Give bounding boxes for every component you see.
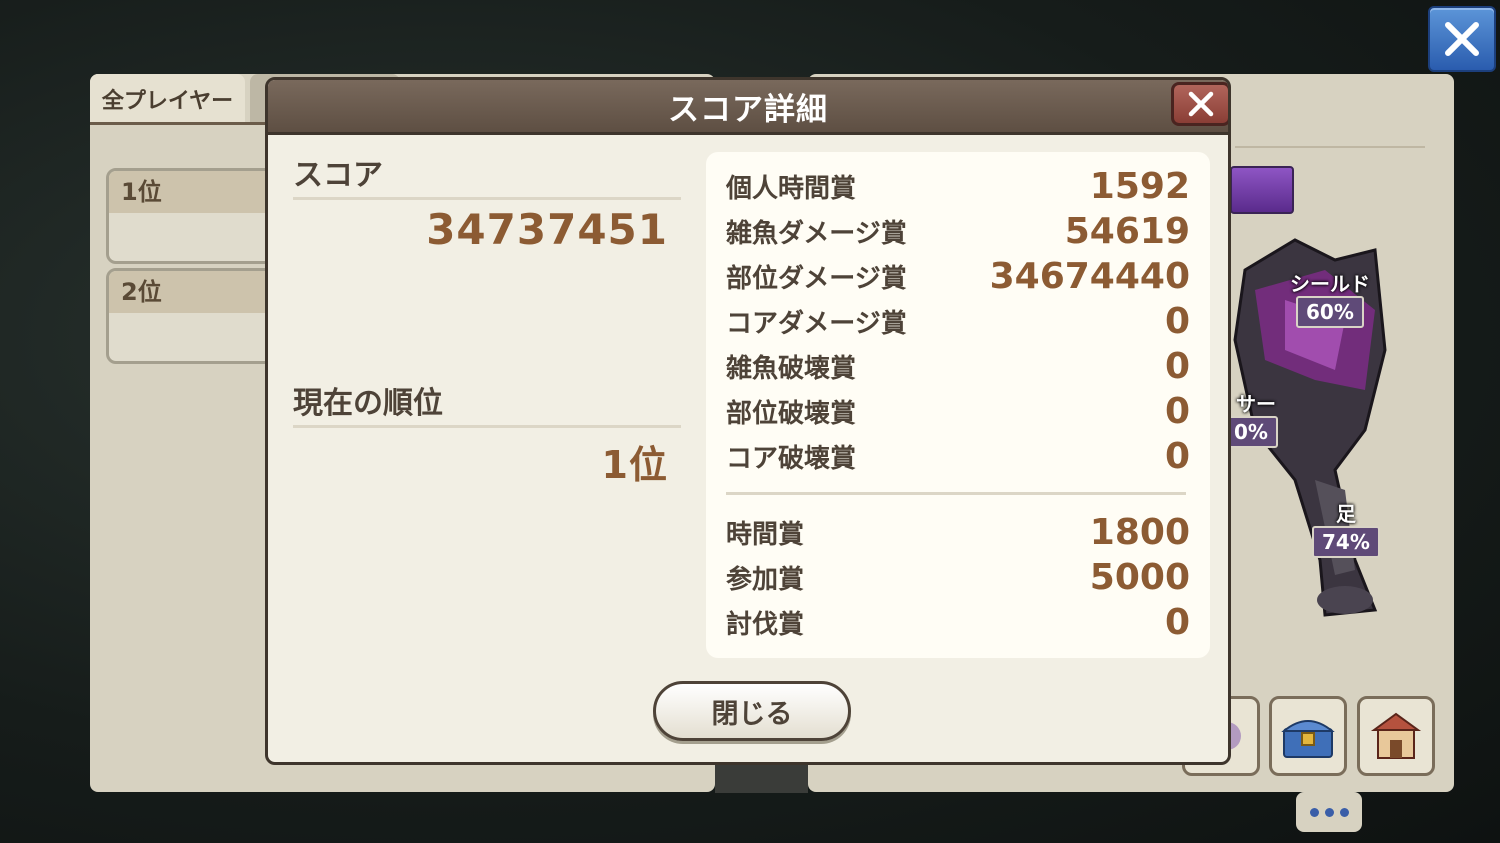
panel-gap — [715, 765, 808, 793]
chat-dot-icon — [1309, 807, 1319, 817]
bonus-value: 5000 — [1089, 556, 1190, 598]
boss-part-name: サー — [1236, 392, 1276, 416]
breakdown-row: 個人時間賞 1592 — [726, 165, 1190, 207]
boss-part-percent: 60% — [1296, 296, 1364, 328]
dialog-close-button[interactable] — [1171, 82, 1228, 126]
boss-part-percent: 0% — [1228, 416, 1278, 448]
breakdown-value: 0 — [1164, 435, 1190, 477]
score-divider — [293, 197, 681, 200]
breakdown-row: コアダメージ賞 0 — [726, 300, 1190, 342]
shop-button[interactable] — [1357, 696, 1435, 776]
breakdown-row: コア破壊賞 0 — [726, 435, 1190, 477]
boss-divider — [1235, 146, 1425, 148]
bonus-label: 討伐賞 — [726, 609, 805, 640]
breakdown-row: 雑魚ダメージ賞 54619 — [726, 210, 1190, 252]
rank-divider — [293, 425, 681, 428]
score-breakdown: 個人時間賞 1592 雑魚ダメージ賞 54619 部位ダメージ賞 3467444… — [706, 152, 1210, 658]
bonus-value: 1800 — [1089, 511, 1190, 553]
breakdown-value: 0 — [1164, 390, 1190, 432]
breakdown-label: 部位ダメージ賞 — [726, 263, 907, 294]
breakdown-label: 雑魚ダメージ賞 — [726, 218, 907, 249]
bonus-row: 討伐賞 0 — [726, 601, 1190, 643]
close-icon — [1188, 91, 1214, 117]
boss-part-name: 足 — [1336, 502, 1356, 526]
breakdown-value: 34674440 — [989, 255, 1190, 297]
bonus-row: 時間賞 1800 — [726, 511, 1190, 553]
breakdown-row: 雑魚破壊賞 0 — [726, 345, 1190, 387]
treasure-chest-icon — [1281, 720, 1335, 758]
breakdown-value: 1592 — [1089, 165, 1190, 207]
boss-part-percent: 74% — [1312, 526, 1380, 558]
score-value: 34737451 — [426, 205, 668, 254]
chat-dot-icon — [1339, 807, 1349, 817]
dialog-header: スコア詳細 — [268, 80, 1228, 135]
close-button[interactable]: 閉じる — [653, 681, 851, 741]
bonus-value: 0 — [1164, 601, 1190, 643]
breakdown-value: 0 — [1164, 345, 1190, 387]
bonus-label: 参加賞 — [726, 564, 805, 595]
bonus-row: 参加賞 5000 — [726, 556, 1190, 598]
shop-icon — [1370, 712, 1422, 759]
treasure-button[interactable] — [1269, 696, 1347, 776]
top-close-button[interactable] — [1428, 6, 1496, 72]
breakdown-label: 個人時間賞 — [726, 173, 857, 204]
score-label: スコア — [293, 158, 383, 193]
breakdown-label: 雑魚破壊賞 — [726, 353, 857, 384]
chat-dot-icon — [1324, 807, 1334, 817]
breakdown-row: 部位破壊賞 0 — [726, 390, 1190, 432]
breakdown-row: 部位ダメージ賞 34674440 — [726, 255, 1190, 297]
breakdown-label: コアダメージ賞 — [726, 308, 907, 339]
breakdown-value: 0 — [1164, 300, 1190, 342]
rank-label: 現在の順位 — [293, 386, 443, 421]
score-detail-dialog: スコア詳細 スコア 34737451 現在の順位 1位 個人時間賞 1592 雑… — [265, 77, 1231, 765]
breakdown-label: 部位破壊賞 — [726, 398, 857, 429]
close-icon — [1445, 22, 1479, 56]
boss-hp-bar — [1230, 166, 1294, 214]
breakdown-value: 54619 — [1064, 210, 1190, 252]
tab-all-players[interactable]: 全プレイヤー — [90, 74, 245, 124]
dialog-title: スコア詳細 — [668, 91, 828, 128]
boss-part-name: シールド — [1290, 272, 1370, 296]
breakdown-label: コア破壊賞 — [726, 443, 857, 474]
rank-value: 1位 — [601, 443, 668, 487]
breakdown-divider — [726, 492, 1186, 495]
bonus-label: 時間賞 — [726, 519, 805, 550]
chat-button[interactable] — [1296, 792, 1362, 832]
